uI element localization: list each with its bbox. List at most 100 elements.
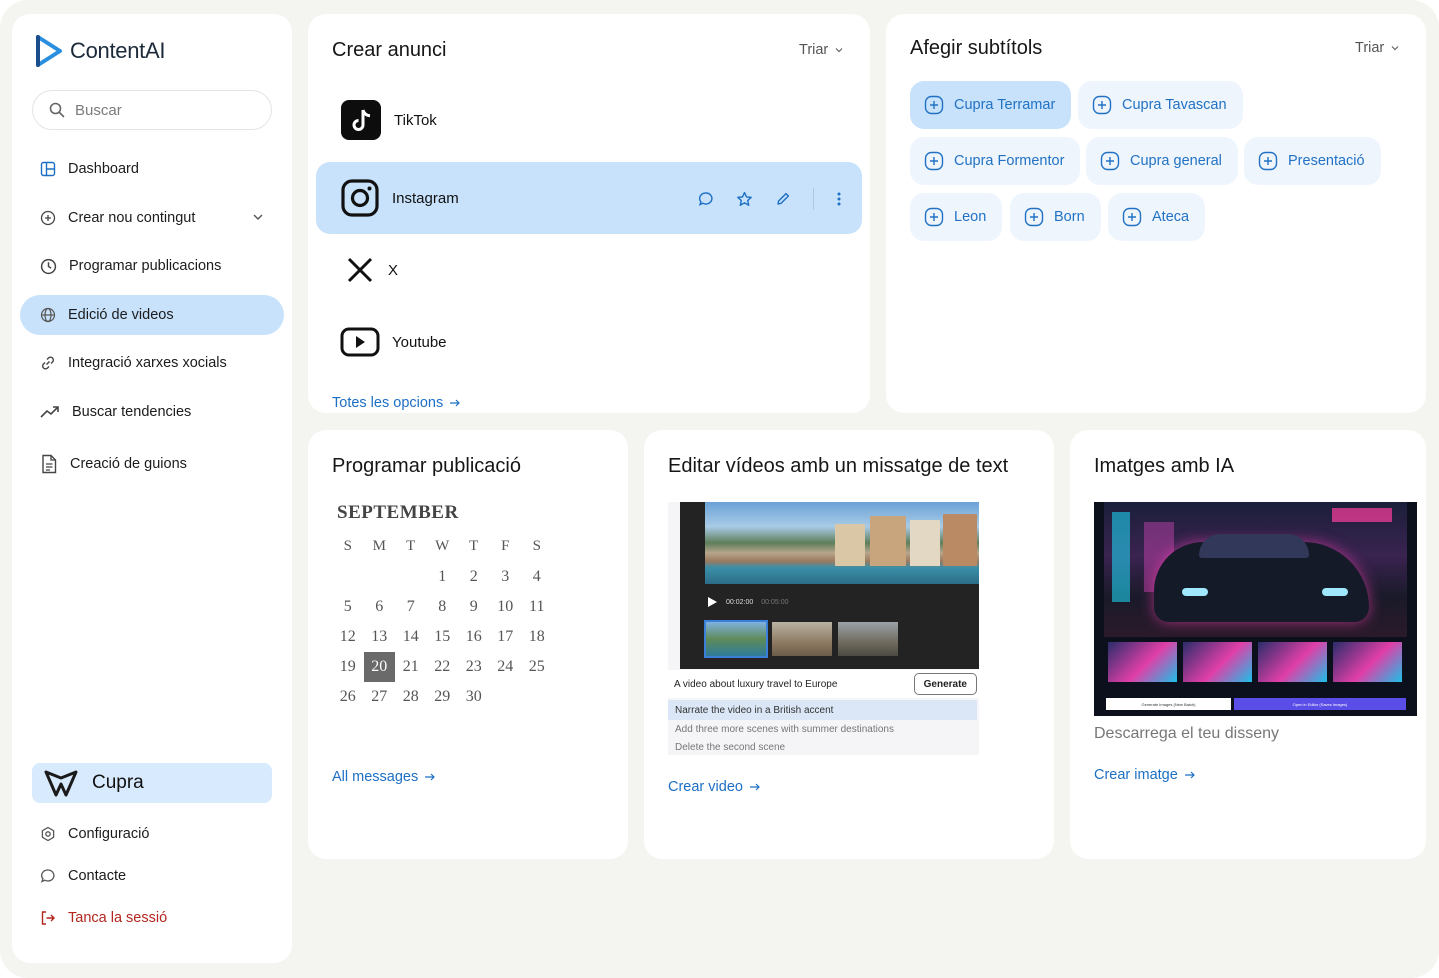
generate-images-button[interactable]: Generate Images (New Batch) bbox=[1106, 698, 1231, 710]
platform-row-youtube[interactable]: Youtube bbox=[316, 306, 862, 378]
arrow-right-icon bbox=[425, 773, 436, 781]
suggestion-item[interactable]: Narrate the video in a British accent bbox=[668, 700, 977, 720]
subtitle-chip[interactable]: Leon bbox=[910, 193, 1003, 241]
cupra-logo-icon bbox=[44, 770, 78, 797]
sidebar-item-logout[interactable]: Tanca la sessió bbox=[20, 898, 284, 938]
scene-thumbnail[interactable] bbox=[704, 620, 768, 658]
sidebar-item-social-integration[interactable]: Integració xarxes xocials bbox=[20, 343, 284, 383]
search-box[interactable] bbox=[32, 90, 272, 130]
sidebar-item-create-content[interactable]: Crear nou contingut bbox=[20, 198, 284, 238]
platform-row-tiktok[interactable]: TikTok bbox=[316, 84, 862, 156]
play-icon[interactable] bbox=[706, 596, 718, 608]
image-caption: Descarrega el teu disseny bbox=[1094, 725, 1279, 742]
sidebar-item-label: Crear nou contingut bbox=[68, 210, 196, 226]
sidebar-item-settings[interactable]: Configuració bbox=[20, 814, 284, 854]
weekday-label: S bbox=[343, 537, 352, 554]
calendar-day[interactable]: 12 bbox=[332, 622, 364, 652]
create-video-link[interactable]: Crear video bbox=[668, 779, 761, 795]
subtitle-chip[interactable]: Cupra Tavascan bbox=[1078, 81, 1243, 129]
sort-dropdown[interactable]: Triar bbox=[1355, 40, 1400, 56]
calendar-day[interactable]: 9 bbox=[458, 592, 490, 622]
app-logo[interactable]: ContentAI bbox=[34, 34, 165, 68]
calendar-day[interactable]: 22 bbox=[427, 652, 459, 682]
calendar-day[interactable]: 17 bbox=[490, 622, 522, 652]
edit-video-card: Editar vídeos amb un missatge de text 00… bbox=[644, 430, 1054, 859]
calendar-day[interactable]: 25 bbox=[521, 652, 553, 682]
calendar-day[interactable]: 15 bbox=[427, 622, 459, 652]
suggestion-item[interactable]: Delete the second scene bbox=[668, 737, 977, 755]
prompt-field[interactable]: A video about luxury travel to Europe Ge… bbox=[668, 670, 979, 698]
subtitle-chip[interactable]: Ateca bbox=[1108, 193, 1206, 241]
calendar-day[interactable]: 2 bbox=[458, 562, 490, 592]
calendar-day[interactable]: 16 bbox=[458, 622, 490, 652]
sort-dropdown[interactable]: Triar bbox=[799, 42, 844, 58]
star-icon[interactable] bbox=[736, 191, 753, 208]
platform-label: Youtube bbox=[392, 333, 447, 351]
subtitle-chip[interactable]: Born bbox=[1010, 193, 1101, 241]
open-in-editor-button[interactable]: Open in Editor (Saves Images) bbox=[1234, 698, 1406, 710]
calendar-day[interactable]: 18 bbox=[521, 622, 553, 652]
calendar-day[interactable]: 19 bbox=[332, 652, 364, 682]
suggestion-item[interactable]: Add three more scenes with summer destin… bbox=[668, 719, 977, 739]
calendar-day[interactable]: 24 bbox=[490, 652, 522, 682]
calendar-day[interactable]: 3 bbox=[490, 562, 522, 592]
subtitle-chip[interactable]: Cupra general bbox=[1086, 137, 1238, 185]
calendar-day[interactable]: 27 bbox=[364, 682, 396, 712]
calendar-day[interactable]: 14 bbox=[395, 622, 427, 652]
subtitle-chip[interactable]: Presentació bbox=[1244, 137, 1381, 185]
calendar-day[interactable]: 28 bbox=[395, 682, 427, 712]
card-title: Programar publicació bbox=[332, 455, 521, 477]
edit-pencil-icon[interactable] bbox=[775, 191, 791, 207]
calendar-day[interactable]: 7 bbox=[395, 592, 427, 622]
calendar-day[interactable]: 20 bbox=[363, 652, 395, 682]
all-messages-link[interactable]: All messages bbox=[332, 769, 436, 785]
arrow-right-icon bbox=[1184, 771, 1195, 779]
sidebar-item-contact[interactable]: Contacte bbox=[20, 856, 284, 896]
calendar-day[interactable]: 8 bbox=[427, 592, 459, 622]
weekday-label: T bbox=[469, 537, 479, 554]
calendar-day[interactable]: 30 bbox=[458, 682, 490, 712]
generate-button[interactable]: Generate bbox=[913, 673, 977, 695]
calendar-day[interactable]: 13 bbox=[364, 622, 396, 652]
sidebar-item-label: Tanca la sessió bbox=[68, 910, 168, 926]
image-thumbnail[interactable] bbox=[1258, 642, 1327, 682]
calendar-day[interactable]: 11 bbox=[521, 592, 553, 622]
chip-label: Presentació bbox=[1288, 153, 1365, 169]
image-thumbnail[interactable] bbox=[1183, 642, 1252, 682]
platform-row-x[interactable]: X bbox=[316, 234, 862, 306]
brand-selector[interactable]: Cupra bbox=[32, 763, 272, 803]
create-image-link[interactable]: Crear imatge bbox=[1094, 767, 1196, 783]
logout-icon bbox=[41, 911, 55, 925]
scene-thumbnail[interactable] bbox=[772, 622, 832, 656]
chevron-down-icon[interactable] bbox=[252, 211, 264, 223]
calendar-day[interactable]: 5 bbox=[332, 592, 364, 622]
sidebar-item-video-editing[interactable]: Edició de videos bbox=[20, 295, 284, 335]
calendar-day[interactable]: 23 bbox=[458, 652, 490, 682]
sidebar-item-trends[interactable]: Buscar tendencies bbox=[20, 392, 284, 432]
platform-row-instagram[interactable]: Instagram bbox=[316, 162, 862, 234]
calendar-day[interactable]: 6 bbox=[364, 592, 396, 622]
calendar-day[interactable]: 21 bbox=[395, 652, 427, 682]
subtitle-chip[interactable]: Cupra Terramar bbox=[910, 81, 1072, 129]
scene-thumbnail[interactable] bbox=[838, 622, 898, 656]
search-input[interactable] bbox=[75, 101, 245, 119]
calendar-day[interactable]: 4 bbox=[521, 562, 553, 592]
calendar-day[interactable]: 26 bbox=[332, 682, 364, 712]
ai-image-preview: Generate Images (New Batch) Open in Edit… bbox=[1094, 502, 1417, 716]
dashboard-icon bbox=[40, 161, 56, 177]
subtitle-chip[interactable]: Cupra Formentor bbox=[910, 137, 1081, 185]
image-thumbnail[interactable] bbox=[1108, 642, 1177, 682]
clock-icon bbox=[40, 258, 57, 274]
sidebar-item-scripts[interactable]: Creació de guions bbox=[20, 444, 284, 484]
sidebar-item-schedule[interactable]: Programar publicacions bbox=[20, 246, 284, 286]
calendar-day[interactable]: 29 bbox=[427, 682, 459, 712]
sidebar-item-dashboard[interactable]: Dashboard bbox=[20, 149, 284, 189]
all-options-link[interactable]: Totes les opcions bbox=[332, 395, 461, 411]
comment-icon[interactable] bbox=[698, 191, 714, 207]
more-vertical-icon[interactable] bbox=[836, 191, 842, 207]
image-thumbnail[interactable] bbox=[1333, 642, 1402, 682]
calendar-day[interactable]: 10 bbox=[490, 592, 522, 622]
calendar-day[interactable]: 1 bbox=[427, 562, 459, 592]
instagram-icon bbox=[341, 179, 379, 217]
platform-label: Instagram bbox=[392, 189, 459, 207]
